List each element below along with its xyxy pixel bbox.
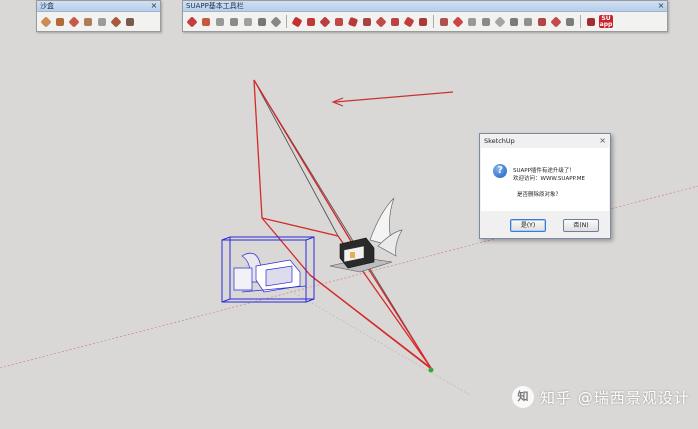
suapp-logo-bottom-text: app <box>599 21 613 28</box>
question-icon: ? <box>493 164 507 178</box>
watermark-text: 知乎 @瑞西景观设计 <box>540 388 690 407</box>
toolbar-separator <box>580 15 581 28</box>
face-tool-icon[interactable] <box>186 16 198 28</box>
layer-tool-icon[interactable] <box>564 16 576 28</box>
suapp-toolbar-title[interactable]: SUAPP基本工具栏 <box>183 1 667 12</box>
dialog-close-icon[interactable]: × <box>599 136 606 145</box>
arc-tool-icon[interactable] <box>305 16 317 28</box>
move-arrow <box>331 91 454 107</box>
line-tool-icon[interactable] <box>291 16 303 28</box>
dialog-question: 是否删除原对象？ <box>517 192 562 198</box>
sketchup-dialog: SketchUp × ? SUAPP插件有途升级了！ 欢迎访问：WWW.SUAP… <box>479 133 611 239</box>
extend-line-icon[interactable] <box>389 16 401 28</box>
sandbox-toolbar-title[interactable]: 沙盒 <box>37 1 160 12</box>
dialog-message-line1: SUAPP插件有途升级了！ <box>513 168 575 174</box>
suapp-basic-toolbar: SUAPP基本工具栏 × SU app <box>182 0 668 32</box>
wall-tool-icon[interactable] <box>200 16 212 28</box>
toolbar-separator <box>433 15 434 28</box>
polyline-tool-icon[interactable] <box>333 16 345 28</box>
paint-tool-icon[interactable] <box>550 16 562 28</box>
path-endpoint[interactable] <box>428 367 434 373</box>
suapp-toolbar-buttons: SU app <box>183 12 667 31</box>
door-tool-icon[interactable] <box>242 16 254 28</box>
sandbox-toolbar: 沙盒 × <box>36 0 161 32</box>
clean-model-icon[interactable] <box>585 16 597 28</box>
shell-tool-icon[interactable] <box>480 16 492 28</box>
window-tool-icon[interactable] <box>228 16 240 28</box>
sandbox-scratch-icon[interactable] <box>54 16 66 28</box>
follow-me-icon[interactable] <box>452 16 464 28</box>
stair-tool-icon[interactable] <box>256 16 268 28</box>
add-detail-icon[interactable] <box>110 16 122 28</box>
pavilion-model[interactable] <box>329 197 403 273</box>
push-pull-icon[interactable] <box>438 16 450 28</box>
trim-line-icon[interactable] <box>403 16 415 28</box>
dialog-title: SketchUp <box>484 137 515 145</box>
sphere-tool-icon[interactable] <box>494 16 506 28</box>
no-button[interactable]: 否(N) <box>563 219 599 232</box>
component-copy-model[interactable] <box>233 252 307 293</box>
component-tool-icon[interactable] <box>536 16 548 28</box>
mirror-tool-icon[interactable] <box>508 16 520 28</box>
smoove-icon[interactable] <box>68 16 80 28</box>
toolbar-separator <box>286 15 287 28</box>
dialog-message-line2: 欢迎访问：WWW.SUAPP.ME <box>513 176 585 182</box>
stamp-icon[interactable] <box>82 16 94 28</box>
loft-tool-icon[interactable] <box>466 16 478 28</box>
drape-icon[interactable] <box>96 16 108 28</box>
yes-button[interactable]: 是(Y) <box>510 219 546 232</box>
dialog-body: ? SUAPP插件有途升级了！ 欢迎访问：WWW.SUAPP.ME 是否删除原对… <box>481 148 609 211</box>
fillet-tool-icon[interactable] <box>361 16 373 28</box>
suapp-toolbar-close-icon[interactable]: × <box>657 1 665 10</box>
suapp-logo-icon[interactable]: SU app <box>599 15 613 28</box>
flip-edge-icon[interactable] <box>124 16 136 28</box>
sandbox-toolbar-buttons <box>37 12 160 31</box>
sandbox-toolbar-close-icon[interactable]: × <box>150 1 158 10</box>
zhihu-logo-icon: 知 <box>512 386 534 408</box>
offset-line-icon[interactable] <box>347 16 359 28</box>
sandbox-contours-icon[interactable] <box>40 16 52 28</box>
watermark: 知 知乎 @瑞西景观设计 <box>512 386 690 408</box>
curve-tool-icon[interactable] <box>319 16 331 28</box>
weld-line-icon[interactable] <box>417 16 429 28</box>
rail-tool-icon[interactable] <box>270 16 282 28</box>
column-tool-icon[interactable] <box>214 16 226 28</box>
chamfer-tool-icon[interactable] <box>375 16 387 28</box>
array-tool-icon[interactable] <box>522 16 534 28</box>
